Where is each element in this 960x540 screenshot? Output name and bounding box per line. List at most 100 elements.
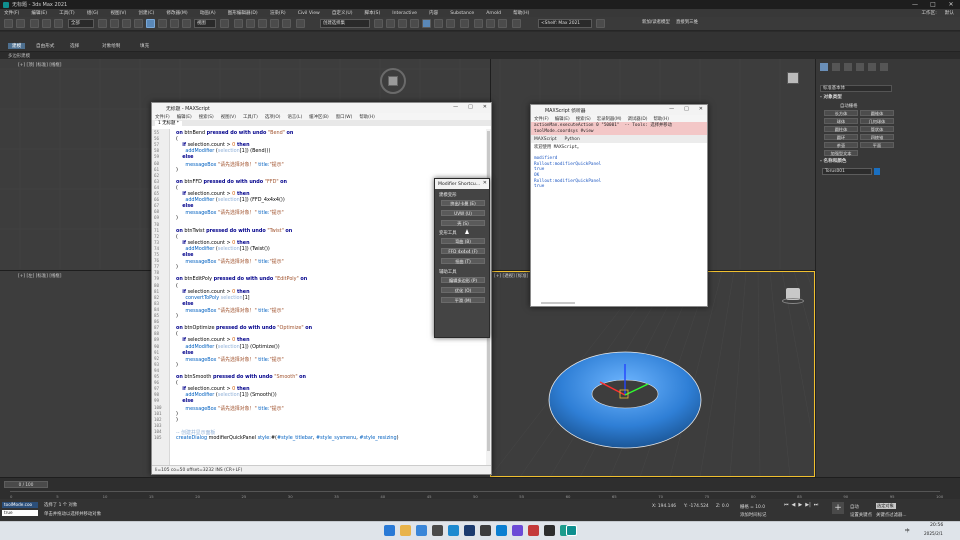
create-primitive-button[interactable]: 管状体 xyxy=(860,126,894,132)
code-line[interactable]: addModifier (selection[1]) (Twist()) xyxy=(176,246,269,252)
rendered-frame-icon[interactable] xyxy=(486,19,495,28)
create-tab-icon[interactable] xyxy=(820,63,828,71)
track-bar[interactable] xyxy=(10,491,940,492)
object-type-rollout[interactable]: - 对象类型 xyxy=(820,94,842,100)
app-icon-7[interactable] xyxy=(528,525,539,536)
listener-menu-item[interactable]: 调试器(D) xyxy=(628,116,648,122)
app-icon-8[interactable] xyxy=(544,525,555,536)
menu-item[interactable]: 工具(T) xyxy=(59,10,75,16)
material-editor-icon[interactable] xyxy=(460,19,469,28)
display-tab-icon[interactable] xyxy=(868,63,876,71)
code-line[interactable]: messageBox "请先选择对象！" title:"提示" xyxy=(176,307,283,314)
key-mode-dropdown[interactable]: 选定对象 xyxy=(876,503,896,509)
editor-tab[interactable]: 1 无标题 * xyxy=(155,121,182,126)
selection-filter-dropdown[interactable]: 全部 xyxy=(68,19,94,28)
editor-menu-item[interactable]: 帮助(H) xyxy=(359,114,375,120)
listener-menu-item[interactable]: 搜索(S) xyxy=(576,116,591,122)
schematic-view-icon[interactable] xyxy=(446,19,455,28)
code-line[interactable]: messageBox "请先选择对象！" title:"提示" xyxy=(176,209,283,216)
play-icon[interactable]: ▶ xyxy=(798,502,802,508)
modifier-shortcut-rollout[interactable]: Modifier Shortcu... ✕ 建模变形 挤出/卡曼 (E) UVW… xyxy=(434,178,490,338)
select-move-icon[interactable] xyxy=(146,19,155,28)
edit-named-selection-icon[interactable] xyxy=(296,19,305,28)
code-line[interactable]: on btnOptimize pressed do with undo "Opt… xyxy=(176,325,312,331)
app-icon-6[interactable] xyxy=(512,525,523,536)
listener-minimize-icon[interactable]: — xyxy=(669,106,674,112)
3dsmax-taskbar-icon[interactable] xyxy=(566,525,577,536)
minimize-icon[interactable]: — xyxy=(906,0,924,9)
editor-titlebar[interactable]: 无标题 - MAXScript xyxy=(152,103,491,113)
external-label[interactable]: 直接到三维 xyxy=(674,19,704,28)
code-line[interactable]: if selection.count > 0 then xyxy=(176,142,249,148)
tab-freeform[interactable]: 自由形式 xyxy=(36,43,54,49)
coord-x[interactable]: X: 194.146 xyxy=(652,504,676,509)
listener-output[interactable]: 欢迎使用 MAXScript。 modifierd Rollout:modifier… xyxy=(531,143,707,190)
code-line[interactable]: ( xyxy=(176,331,178,337)
window-crossing-icon[interactable] xyxy=(134,19,143,28)
code-line[interactable]: messageBox "请先选择对象！" title:"提示" xyxy=(176,405,283,412)
viewcube-persp-top[interactable] xyxy=(787,72,799,84)
angle-snap-icon[interactable] xyxy=(258,19,267,28)
viewcube-top[interactable] xyxy=(380,68,406,94)
render-setup-icon[interactable] xyxy=(474,19,483,28)
file-explorer-icon[interactable] xyxy=(400,525,411,536)
code-line[interactable]: else xyxy=(176,301,193,307)
editor-menu-item[interactable]: 搜索(S) xyxy=(199,114,214,120)
unlink-icon[interactable] xyxy=(42,19,51,28)
code-line[interactable]: addModifier (selection[1]) (FFD_4x4x4()) xyxy=(176,197,284,203)
code-line[interactable]: ) xyxy=(176,215,178,221)
close-icon[interactable]: ✕ xyxy=(942,0,960,9)
code-line[interactable]: else xyxy=(176,252,193,258)
rect-select-icon[interactable] xyxy=(122,19,131,28)
shell-button[interactable]: 壳 (S) xyxy=(441,220,485,226)
listener-scrollbar[interactable] xyxy=(541,302,575,304)
coord-y[interactable]: Y: -174.524 xyxy=(684,504,709,509)
set-key-button[interactable]: 设置关键点 xyxy=(850,512,872,518)
bind-spacewarp-icon[interactable] xyxy=(54,19,63,28)
browser-icon[interactable] xyxy=(416,525,427,536)
tab-maxscript[interactable]: MAXScript xyxy=(534,137,557,142)
code-line[interactable]: messageBox "请先选择对象！" title:"提示" xyxy=(176,356,283,363)
start-icon[interactable] xyxy=(384,525,395,536)
create-primitive-button[interactable]: 几何球体 xyxy=(860,118,894,124)
code-line[interactable]: addModifier (selection[1]) (Smooth()) xyxy=(176,392,276,398)
code-line[interactable]: convertToPoly selection[1] xyxy=(176,295,249,301)
go-to-end-icon[interactable]: ⏭ xyxy=(814,502,819,508)
code-line[interactable]: ) xyxy=(176,264,178,270)
menu-item[interactable]: 图形编辑器(D) xyxy=(228,10,258,16)
ffd-button[interactable]: FFD 4x4x4 (F) xyxy=(441,248,485,254)
shelf-options-icon[interactable] xyxy=(596,19,605,28)
link-icon[interactable] xyxy=(30,19,39,28)
code-line[interactable]: ) xyxy=(176,362,178,368)
workspace-selector[interactable]: 工作区: 默认 xyxy=(913,9,954,17)
menu-item[interactable]: 渲染(R) xyxy=(270,10,286,16)
select-rotate-icon[interactable] xyxy=(158,19,167,28)
code-line[interactable]: if selection.count > 0 then xyxy=(176,386,249,392)
key-filters-button[interactable]: 关键点过滤器... xyxy=(876,512,907,518)
create-primitive-button[interactable]: 长方体 xyxy=(824,110,858,116)
coord-z[interactable]: Z: 0.0 xyxy=(716,504,729,509)
edit-poly-button[interactable]: 编辑多边形 (P) xyxy=(441,277,485,283)
listener-menu-item[interactable]: 文件(F) xyxy=(534,116,549,122)
add-time-tag[interactable]: 添加时间标记 xyxy=(740,512,766,518)
select-by-name-icon[interactable] xyxy=(110,19,119,28)
code-line[interactable]: if selection.count > 0 then xyxy=(176,240,249,246)
open-file-label[interactable]: 新加/读者模型 xyxy=(640,19,672,28)
tab-python[interactable]: Python xyxy=(565,137,580,142)
toggle-scene-explorer-icon[interactable] xyxy=(398,19,407,28)
code-line[interactable]: messageBox "请先选择对象！" title:"提示" xyxy=(176,161,283,168)
maxscript-listener-window[interactable]: MAXScript 侦听器 — □ ✕ 文件(F) 编辑(E) 搜索(S) 宏录制器(… xyxy=(530,104,708,307)
editor-menu-item[interactable]: 选项(O) xyxy=(265,114,281,120)
editor-maximize-icon[interactable]: □ xyxy=(468,104,473,110)
menu-item[interactable]: 脚本(S) xyxy=(365,10,381,16)
bend-button[interactable]: 弯曲 (B) xyxy=(441,238,485,244)
menu-item[interactable]: 动画(A) xyxy=(200,10,216,16)
maxscript-mini-output[interactable]: true xyxy=(2,510,38,516)
code-line[interactable]: if selection.count > 0 then xyxy=(176,191,249,197)
object-color-swatch[interactable] xyxy=(874,168,880,175)
auto-key-button[interactable]: 自动 xyxy=(850,504,859,510)
reference-coord-dropdown[interactable]: 视图 xyxy=(194,19,216,28)
menu-item[interactable]: 修改器(M) xyxy=(166,10,187,16)
maxscript-mini-listener[interactable]: toolMode.coo xyxy=(2,502,38,508)
menu-item[interactable]: 文件(F) xyxy=(4,10,19,16)
